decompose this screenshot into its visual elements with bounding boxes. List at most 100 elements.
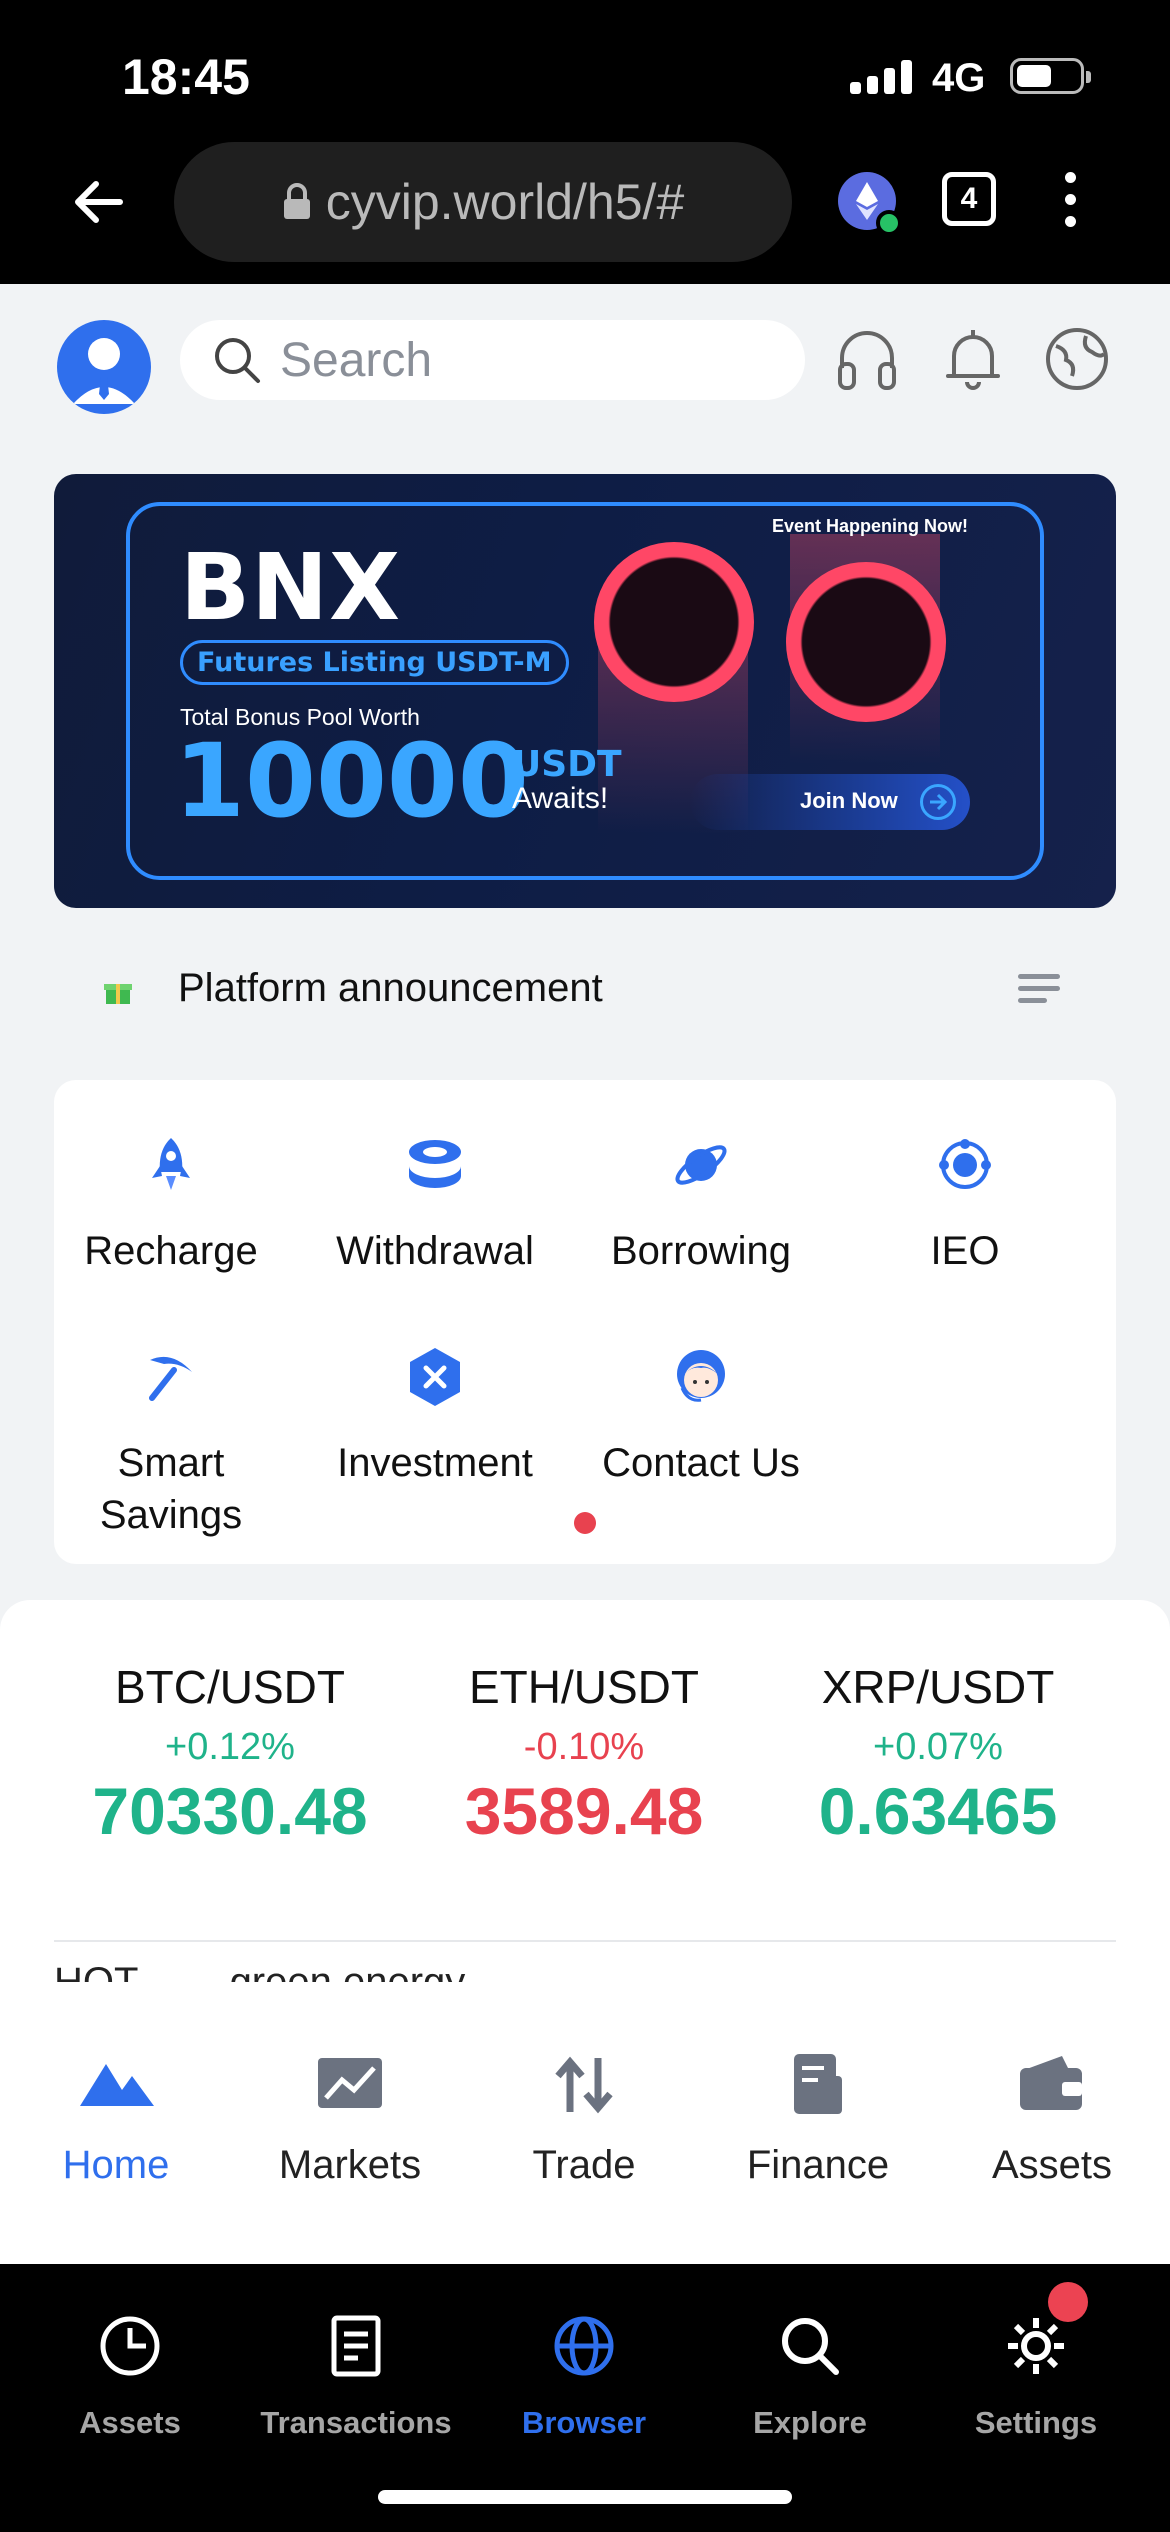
hexagon-x-icon — [410, 1348, 460, 1406]
home-indicator[interactable] — [378, 2490, 792, 2504]
ticker-pair: XRP/USDT — [821, 1661, 1055, 1713]
banner-amount: 10000 — [174, 722, 529, 841]
feature-smart-savings[interactable]: Smart Savings — [46, 1344, 296, 1541]
nav-label: Browser — [521, 2405, 647, 2440]
ticker-pair: ETH/USDT — [469, 1661, 699, 1713]
nav-transactions[interactable]: Transactions — [246, 2314, 466, 2441]
browser-toolbar: cyvip.world/h5/# 4 — [0, 142, 1170, 284]
nav-assets[interactable]: Assets — [20, 2314, 240, 2441]
tab-finance[interactable]: Finance — [718, 2050, 918, 2188]
nav-settings[interactable]: Settings — [926, 2314, 1146, 2441]
feature-grid: Recharge Withdrawal Borrowing IEO Smart … — [54, 1080, 1116, 1564]
announcement-label: Platform announcement — [178, 966, 603, 1010]
swap-arrows-icon — [555, 2056, 613, 2114]
feature-label: Smart Savings — [99, 1441, 243, 1537]
feature-investment[interactable]: Investment — [310, 1344, 560, 1489]
join-now-button[interactable]: Join Now — [690, 774, 970, 830]
avatar[interactable] — [57, 320, 151, 414]
feature-withdrawal[interactable]: Withdrawal — [310, 1132, 560, 1277]
banner-currency: USDT — [512, 744, 622, 785]
search-placeholder: Search — [280, 333, 433, 387]
ticker-pair: BTC/USDT — [115, 1661, 345, 1713]
banner-event-label: Event Happening Now! — [772, 516, 969, 536]
coins-icon — [409, 1140, 461, 1188]
ticker-change: -0.10% — [523, 1726, 645, 1768]
back-arrow-icon[interactable] — [70, 172, 130, 232]
feature-contact-us[interactable]: Contact Us — [576, 1344, 826, 1489]
ticker-price: 70330.48 — [92, 1774, 368, 1848]
bnx-coin-icon — [594, 542, 754, 702]
ticker-price: 3589.48 — [464, 1774, 704, 1848]
feature-label: Withdrawal — [336, 1229, 534, 1273]
list-menu-icon[interactable] — [1018, 974, 1060, 1010]
url-bar[interactable]: cyvip.world/h5/# — [174, 142, 792, 262]
wallet-icon — [1020, 2056, 1082, 2110]
banner-awaits: Awaits! — [512, 782, 609, 815]
gear-icon — [1008, 2318, 1064, 2374]
planet-icon — [675, 1145, 727, 1185]
nav-label: Explore — [753, 2405, 867, 2440]
announcement-bar[interactable]: Platform announcement — [0, 950, 1170, 1038]
ticker-eth[interactable]: ETH/USDT -0.10% 3589.48 — [434, 1660, 734, 1849]
app-tab-bar: Home Markets Trade Finance Assets — [0, 1984, 1170, 2264]
category-tab-green-energy[interactable]: green energy — [230, 1960, 466, 1982]
home-mountain-icon — [80, 2064, 154, 2106]
bell-icon[interactable] — [938, 324, 1008, 394]
feature-recharge[interactable]: Recharge — [46, 1132, 296, 1277]
feature-label: Recharge — [84, 1229, 258, 1273]
search-icon — [782, 2318, 839, 2375]
nav-browser[interactable]: Browser — [474, 2314, 694, 2441]
tab-trade[interactable]: Trade — [484, 2050, 684, 2188]
tab-markets[interactable]: Markets — [250, 2050, 450, 2188]
divider — [54, 1940, 1116, 1942]
ticker-change: +0.07% — [873, 1726, 1003, 1768]
tab-label: Assets — [991, 2143, 1113, 2187]
receipt-icon — [331, 2315, 381, 2377]
tab-home[interactable]: Home — [16, 2050, 216, 2188]
lock-icon — [283, 183, 310, 219]
rocket-icon — [152, 1138, 190, 1190]
promo-banner[interactable]: BNX Futures Listing USDT-M Total Bonus P… — [54, 474, 1116, 908]
chart-icon — [318, 2058, 382, 2108]
pickaxe-icon — [149, 1356, 192, 1401]
url-text: cyvip.world/h5/# — [325, 174, 685, 230]
arrow-right-icon — [920, 784, 956, 820]
globe-language-icon[interactable] — [1042, 324, 1112, 394]
feature-label: Borrowing — [610, 1229, 792, 1273]
network-label: 4G — [932, 56, 986, 100]
join-now-label: Join Now — [800, 788, 898, 813]
search-input[interactable]: Search — [180, 320, 805, 400]
nav-label: Assets — [79, 2405, 181, 2440]
signal-icon — [850, 60, 912, 94]
gift-icon — [104, 984, 132, 1004]
ticker-xrp[interactable]: XRP/USDT +0.07% 0.63465 — [788, 1660, 1088, 1849]
settings-notification-dot — [1048, 2282, 1088, 2322]
tab-label: Markets — [278, 2143, 422, 2187]
feature-borrowing[interactable]: Borrowing — [576, 1132, 826, 1277]
headset-icon[interactable] — [832, 324, 902, 394]
category-tab-hot[interactable]: HOT — [54, 1960, 138, 1982]
tab-label: Home — [62, 2143, 170, 2187]
ticker-change: +0.12% — [165, 1726, 295, 1768]
tab-label: Trade — [532, 2143, 636, 2187]
notification-dot — [574, 1512, 596, 1534]
bnx-coin-icon — [786, 562, 946, 722]
more-options-icon[interactable] — [1060, 172, 1080, 232]
tabs-count-button[interactable]: 4 — [942, 172, 996, 226]
banner-subtitle: Futures Listing USDT-M — [180, 640, 569, 685]
ticker-btc[interactable]: BTC/USDT +0.12% 70330.48 — [80, 1660, 380, 1849]
tab-assets[interactable]: Assets — [952, 2050, 1152, 2188]
nav-explore[interactable]: Explore — [700, 2314, 920, 2441]
document-icon — [794, 2054, 842, 2114]
feature-ieo[interactable]: IEO — [840, 1132, 1090, 1277]
support-agent-icon — [677, 1350, 725, 1402]
feature-label: Contact Us — [602, 1441, 800, 1485]
globe-icon — [554, 2316, 614, 2376]
tab-label: Finance — [746, 2143, 890, 2187]
nav-label: Settings — [974, 2405, 1098, 2440]
status-bar: 18:45 4G — [0, 0, 1170, 150]
banner-title: BNX — [180, 534, 402, 641]
orbit-icon — [939, 1139, 991, 1189]
feature-label: IEO — [930, 1229, 1000, 1273]
ethereum-network-icon[interactable] — [838, 172, 902, 236]
